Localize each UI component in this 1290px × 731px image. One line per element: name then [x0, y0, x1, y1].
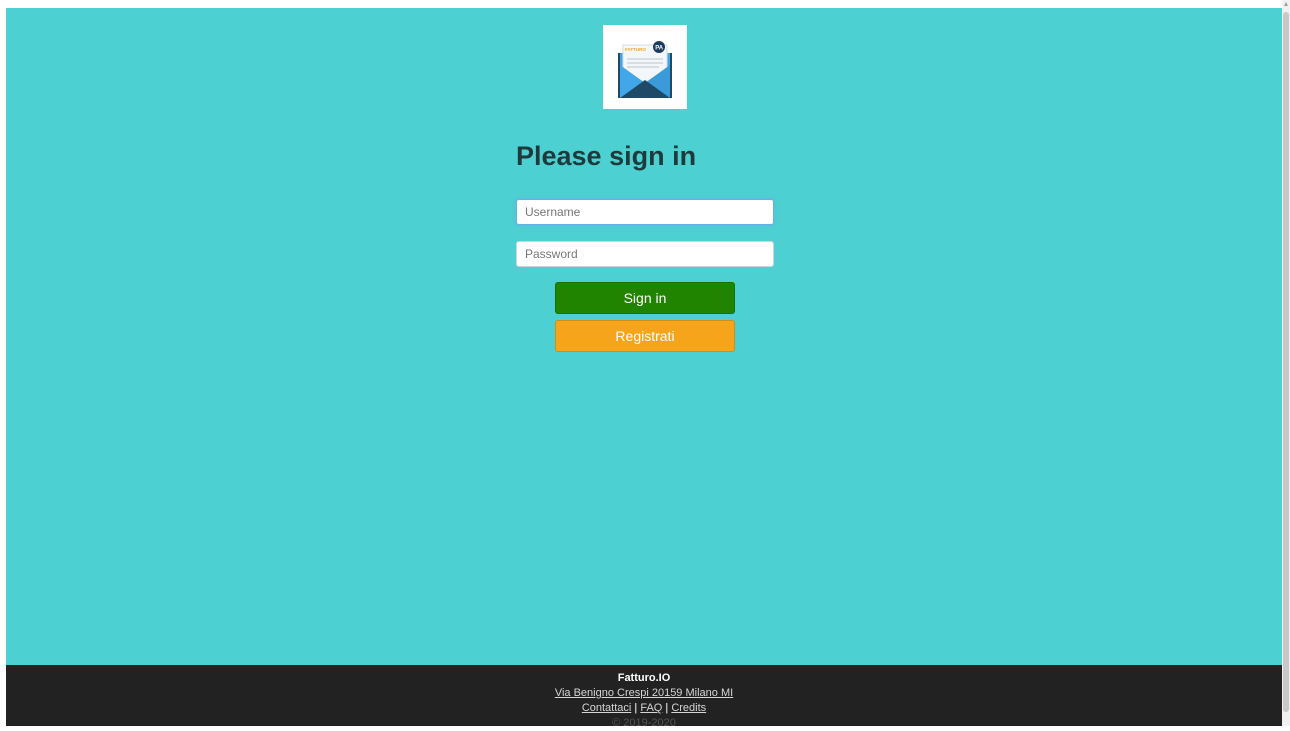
password-input[interactable]: [516, 241, 774, 267]
footer-separator: |: [634, 702, 638, 714]
envelope-icon: FATTURO PA: [618, 41, 672, 98]
footer: Fatturo.IO Via Benigno Crespi 20159 Mila…: [6, 665, 1282, 729]
register-button[interactable]: Registrati: [555, 320, 735, 352]
fatturo-pa-logo: FATTURO PA: [603, 25, 687, 109]
sign-in-button[interactable]: Sign in: [555, 282, 735, 314]
page-title: Please sign in: [516, 141, 697, 171]
scrollbar-thumb[interactable]: [1283, 12, 1289, 712]
vertical-scrollbar[interactable]: [1282, 0, 1290, 726]
credits-link[interactable]: Credits: [671, 702, 706, 714]
footer-separator: |: [665, 702, 669, 714]
faq-link[interactable]: FAQ: [640, 702, 662, 714]
login-page: FATTURO PA Please sign in Sign in Regist…: [6, 8, 1282, 729]
copyright: © 2019-2020: [612, 717, 676, 729]
footer-links: Contattaci | FAQ | Credits: [6, 701, 1282, 716]
address-link[interactable]: Via Benigno Crespi 20159 Milano MI: [555, 687, 733, 699]
contact-link[interactable]: Contattaci: [582, 702, 632, 714]
svg-text:PA: PA: [655, 45, 664, 51]
username-input[interactable]: [516, 199, 774, 225]
scroll-up-icon[interactable]: [1284, 2, 1288, 6]
svg-text:FATTURO: FATTURO: [625, 47, 646, 52]
footer-brand: Fatturo.IO: [617, 672, 671, 684]
